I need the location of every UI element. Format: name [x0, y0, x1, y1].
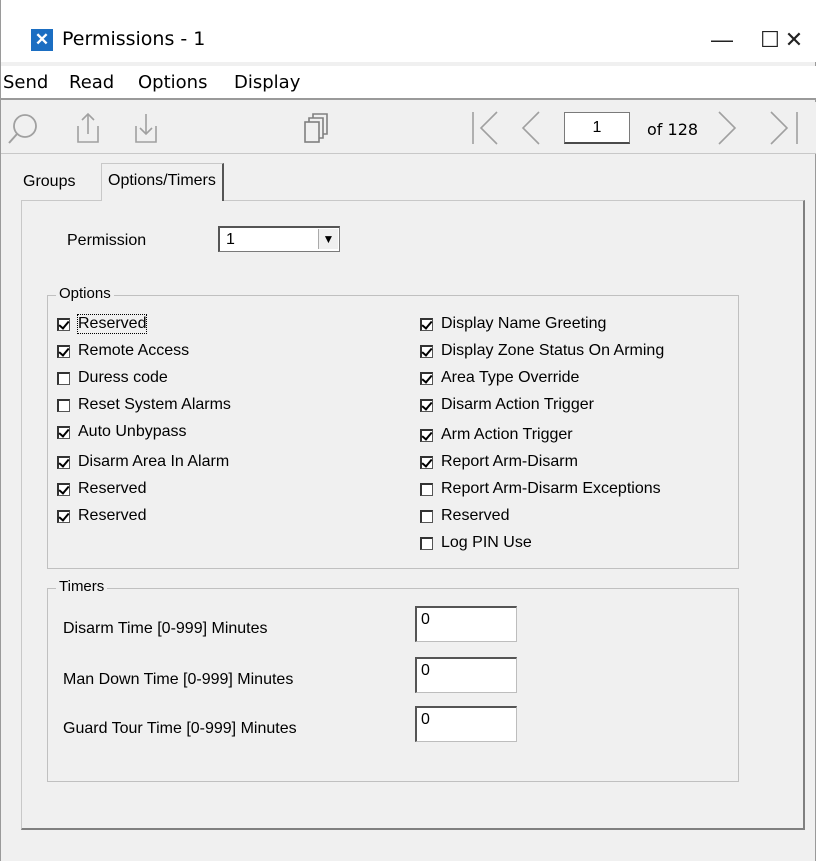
timers-group-title: Timers [56, 578, 108, 595]
option-label: Log PIN Use [441, 534, 532, 551]
tab-options-timers[interactable]: Options/Timers [101, 163, 224, 201]
option-left-8[interactable]: Reserved [57, 505, 146, 527]
option-label: Area Type Override [441, 369, 580, 386]
option-right-3[interactable]: Area Type Override [420, 367, 579, 389]
option-label: Display Name Greeting [441, 315, 607, 332]
app-logo-icon: ✕ [31, 29, 53, 51]
option-label: Reserved [78, 507, 147, 524]
guard-tour-time-label: Guard Tour Time [0-999] Minutes [63, 720, 297, 737]
minimize-button[interactable]: — [699, 22, 745, 58]
title-bar: ✕ Permissions - 1 — ☐ ✕ [1, 0, 816, 62]
checkbox[interactable] [420, 509, 433, 523]
option-label: Duress code [78, 369, 168, 386]
option-right-1[interactable]: Display Name Greeting [420, 313, 606, 335]
download-icon[interactable] [131, 110, 161, 146]
checkbox[interactable] [57, 371, 70, 385]
checkbox[interactable] [420, 455, 433, 469]
checkbox[interactable] [420, 482, 433, 496]
option-label: Arm Action Trigger [441, 426, 573, 443]
page-count-label: of 128 [647, 120, 699, 139]
option-left-7[interactable]: Reserved [57, 478, 146, 500]
checkbox[interactable] [57, 482, 70, 496]
checkbox[interactable] [57, 398, 70, 412]
upload-icon[interactable] [73, 110, 103, 146]
checkbox[interactable] [420, 317, 433, 331]
option-label: Auto Unbypass [78, 423, 187, 440]
checkbox[interactable] [420, 371, 433, 385]
last-page-icon[interactable] [763, 110, 803, 146]
option-label: Report Arm-Disarm [441, 453, 578, 470]
checkbox[interactable] [57, 509, 70, 523]
checkbox[interactable] [57, 455, 70, 469]
option-label: Report Arm-Disarm Exceptions [441, 480, 661, 497]
checkbox[interactable] [420, 536, 433, 550]
option-right-2[interactable]: Display Zone Status On Arming [420, 340, 664, 362]
next-page-icon[interactable] [713, 110, 743, 146]
toolbar: 1 of 128 [1, 102, 816, 154]
option-label: Reserved [441, 507, 510, 524]
option-right-7[interactable]: Report Arm-Disarm Exceptions [420, 478, 661, 500]
chevron-down-icon[interactable]: ▼ [318, 229, 338, 249]
options-group-title: Options [56, 285, 114, 302]
menu-bar: Send Read Options Display [1, 66, 816, 100]
first-page-icon[interactable] [467, 110, 507, 146]
option-left-4[interactable]: Reset System Alarms [57, 394, 231, 416]
disarm-time-label: Disarm Time [0-999] Minutes [63, 620, 268, 637]
option-left-6[interactable]: Disarm Area In Alarm [57, 451, 229, 473]
search-icon[interactable] [5, 110, 41, 146]
permission-select[interactable]: 1 ▼ [218, 226, 340, 252]
option-label: Remote Access [78, 342, 190, 359]
option-label: Display Zone Status On Arming [441, 342, 665, 359]
option-left-3[interactable]: Duress code [57, 367, 168, 389]
permissions-window: ✕ Permissions - 1 — ☐ ✕ Send Read Option… [0, 0, 816, 861]
previous-page-icon[interactable] [517, 110, 547, 146]
option-left-2[interactable]: Remote Access [57, 340, 189, 362]
option-right-6[interactable]: Report Arm-Disarm [420, 451, 578, 473]
man-down-time-value: 0 [421, 662, 430, 679]
permission-select-value: 1 [226, 231, 235, 248]
checkbox[interactable] [57, 317, 70, 331]
option-right-4[interactable]: Disarm Action Trigger [420, 394, 594, 416]
checkbox[interactable] [57, 425, 70, 439]
menu-send[interactable]: Send [3, 72, 48, 93]
checkbox[interactable] [420, 398, 433, 412]
man-down-time-input[interactable]: 0 [415, 657, 517, 693]
option-label: Reserved [78, 480, 147, 497]
checkbox[interactable] [420, 428, 433, 442]
option-right-8[interactable]: Reserved [420, 505, 509, 527]
disarm-time-value: 0 [421, 611, 430, 628]
option-right-9[interactable]: Log PIN Use [420, 532, 532, 554]
tab-groups[interactable]: Groups [23, 173, 75, 191]
option-label: Reset System Alarms [78, 396, 231, 413]
menu-options[interactable]: Options [138, 72, 207, 93]
option-left-1[interactable]: Reserved [57, 313, 148, 335]
checkbox[interactable] [420, 344, 433, 358]
copy-icon[interactable] [301, 110, 331, 146]
option-label: Reserved [76, 314, 148, 334]
menu-display[interactable]: Display [234, 72, 300, 93]
permission-label: Permission [67, 232, 147, 249]
option-left-5[interactable]: Auto Unbypass [57, 421, 187, 443]
guard-tour-time-value: 0 [421, 711, 430, 728]
man-down-time-label: Man Down Time [0-999] Minutes [63, 671, 294, 688]
option-right-5[interactable]: Arm Action Trigger [420, 424, 573, 446]
checkbox[interactable] [57, 344, 70, 358]
option-label: Disarm Area In Alarm [78, 453, 230, 470]
window-title: Permissions - 1 [62, 28, 206, 50]
guard-tour-time-input[interactable]: 0 [415, 706, 517, 742]
menu-read[interactable]: Read [69, 72, 114, 93]
disarm-time-input[interactable]: 0 [415, 606, 517, 642]
close-button[interactable]: ✕ [771, 22, 816, 58]
page-number-input[interactable]: 1 [564, 112, 630, 144]
option-label: Disarm Action Trigger [441, 396, 594, 413]
